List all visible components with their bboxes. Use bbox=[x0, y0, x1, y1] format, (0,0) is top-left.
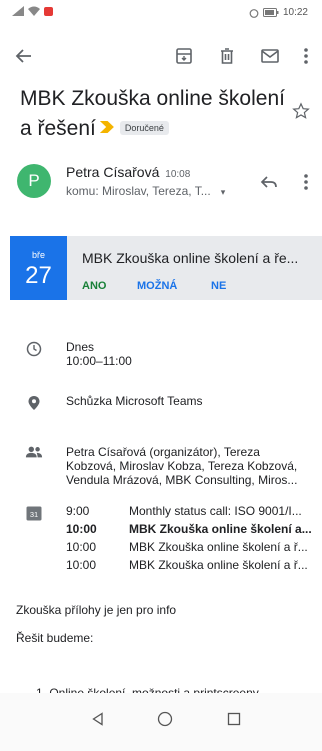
event-when-day: Dnes bbox=[66, 340, 95, 354]
avatar[interactable]: P bbox=[17, 164, 51, 198]
recipients: komu: Miroslav, Tereza, T... bbox=[66, 184, 211, 198]
agenda-title: MBK Zkouška online školení a ř... bbox=[129, 558, 308, 572]
signal-icon bbox=[12, 6, 24, 16]
important-marker-icon[interactable] bbox=[99, 121, 114, 133]
sender-row[interactable]: P Petra Císařová 10:08 komu: Miroslav, T… bbox=[0, 160, 322, 208]
event-month: bře bbox=[31, 250, 45, 260]
rsvp-maybe-button[interactable]: MOŽNÁ bbox=[137, 280, 177, 292]
status-bar: 10:22 bbox=[0, 0, 322, 24]
day-agenda: 31 9:00 Monthly status call: ISO 9001/I.… bbox=[0, 504, 322, 574]
star-icon[interactable] bbox=[292, 102, 310, 125]
calendar-icon: 31 bbox=[25, 504, 43, 522]
back-arrow-icon[interactable] bbox=[12, 44, 36, 68]
inbox-label[interactable]: Doručené bbox=[119, 121, 169, 135]
status-left bbox=[12, 6, 53, 16]
system-nav-bar bbox=[0, 693, 322, 751]
alarm-icon bbox=[249, 8, 259, 18]
event-location-text: Schůzka Microsoft Teams bbox=[66, 394, 203, 408]
clock-icon bbox=[25, 340, 43, 358]
agenda-title: Monthly status call: ISO 9001/I... bbox=[129, 504, 302, 518]
event-day: 27 bbox=[25, 262, 52, 289]
notification-icon bbox=[44, 6, 53, 16]
event-title[interactable]: MBK Zkouška online školení a ře... bbox=[82, 250, 298, 266]
nav-recents-icon[interactable] bbox=[222, 707, 246, 731]
body-line-2: Řešit budeme: bbox=[16, 631, 94, 645]
trash-icon[interactable] bbox=[215, 44, 239, 68]
more-vert-icon[interactable] bbox=[294, 44, 318, 68]
agenda-item[interactable]: 10:00 MBK Zkouška online školení a ř... bbox=[66, 558, 316, 574]
agenda-time: 10:00 bbox=[66, 558, 97, 572]
calendar-icon-day: 31 bbox=[30, 510, 38, 519]
people-icon bbox=[25, 443, 43, 461]
rsvp-yes-button[interactable]: ANO bbox=[82, 280, 106, 292]
nav-home-icon[interactable] bbox=[153, 707, 177, 731]
more-vert-icon[interactable] bbox=[294, 170, 318, 194]
battery-icon bbox=[262, 8, 279, 17]
status-right: 10:22 bbox=[249, 7, 308, 18]
reply-icon[interactable] bbox=[257, 170, 281, 194]
body-line-1: Zkouška přílohy je jen pro info bbox=[16, 603, 177, 617]
agenda-time: 9:00 bbox=[66, 504, 90, 518]
event-invite-card[interactable]: bře 27 MBK Zkouška online školení a ře..… bbox=[10, 236, 322, 300]
email-subject: MBK Zkouška online školení a řešení Doruč… bbox=[20, 84, 290, 144]
event-when-text: Dnes 10:00–11:00 bbox=[66, 340, 310, 368]
rsvp-no-button[interactable]: NE bbox=[211, 280, 226, 292]
sent-time: 10:08 bbox=[165, 169, 191, 180]
archive-icon[interactable] bbox=[172, 44, 196, 68]
recipients-line[interactable]: komu: Miroslav, Tereza, T... ▾ bbox=[66, 184, 225, 198]
body-list-item: 1. Online školení, možnosti a printscree… bbox=[36, 686, 259, 693]
agenda-time: 10:00 bbox=[66, 522, 97, 536]
agenda-title: MBK Zkouška online školení a ř... bbox=[129, 540, 308, 554]
clock-time: 10:22 bbox=[282, 7, 308, 18]
event-date: bře 27 bbox=[10, 236, 67, 300]
agenda-item[interactable]: 9:00 Monthly status call: ISO 9001/I... bbox=[66, 504, 316, 520]
agenda-time: 10:00 bbox=[66, 540, 97, 554]
event-location: Schůzka Microsoft Teams bbox=[0, 394, 322, 412]
nav-back-icon[interactable] bbox=[86, 707, 110, 731]
sender-name: Petra Císařová bbox=[66, 164, 160, 180]
action-toolbar bbox=[0, 38, 322, 74]
agenda-item-current[interactable]: 10:00 MBK Zkouška online školení a... bbox=[66, 522, 316, 538]
wifi-icon bbox=[28, 6, 40, 16]
mail-icon[interactable] bbox=[258, 44, 282, 68]
chevron-down-icon[interactable]: ▾ bbox=[221, 187, 226, 197]
event-attendees: Petra Císařová (organizátor), Tereza Kob… bbox=[0, 445, 322, 489]
location-pin-icon bbox=[25, 394, 43, 412]
event-attendees-text: Petra Císařová (organizátor), Tereza Kob… bbox=[66, 445, 298, 487]
event-when: Dnes 10:00–11:00 bbox=[0, 340, 322, 370]
event-when-time: 10:00–11:00 bbox=[66, 354, 132, 368]
sender-name-line: Petra Císařová 10:08 bbox=[66, 164, 190, 180]
agenda-title: MBK Zkouška online školení a... bbox=[129, 522, 312, 536]
agenda-item[interactable]: 10:00 MBK Zkouška online školení a ř... bbox=[66, 540, 316, 556]
